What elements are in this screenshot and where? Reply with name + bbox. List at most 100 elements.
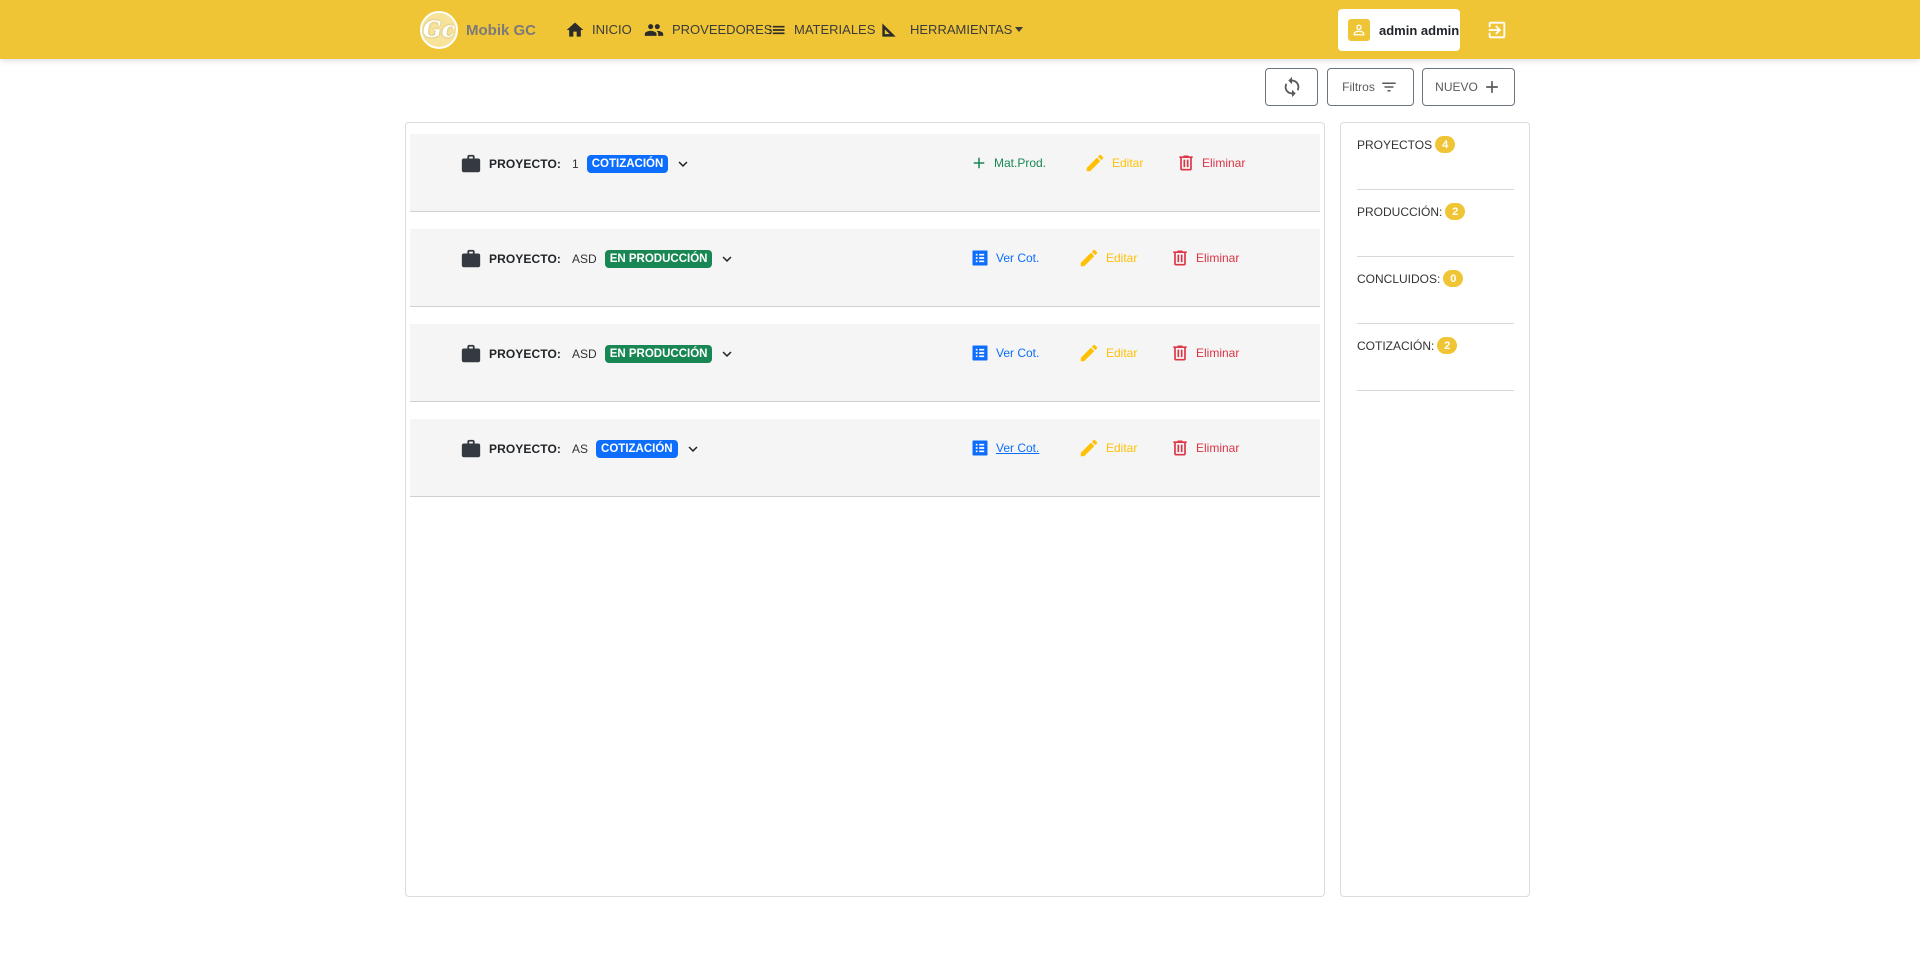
view-quote-button[interactable]: Ver Cot. — [970, 340, 1039, 366]
chevron-down-icon[interactable] — [718, 250, 736, 268]
action-label: Editar — [1112, 156, 1144, 170]
logout-icon[interactable] — [1486, 19, 1508, 41]
count-badge: 4 — [1435, 136, 1456, 153]
brand-name: Mobik GC — [466, 21, 536, 39]
home-icon — [566, 22, 584, 37]
pencil-icon — [1080, 439, 1098, 457]
brand-logo: Gc — [420, 11, 458, 49]
project-label: PROYECTO: — [489, 442, 562, 456]
project-header: PROYECTO: AS COTIZACIÓN — [460, 437, 702, 461]
action-label: Mat.Prod. — [994, 156, 1047, 170]
chevron-down-icon[interactable] — [674, 155, 692, 173]
action-label: Editar — [1106, 251, 1138, 265]
action-label: Eliminar — [1196, 346, 1240, 360]
nav-item-proveedores[interactable]: PROVEEDORES — [642, 0, 772, 59]
list-alt-icon — [972, 345, 988, 361]
project-label: PROYECTO: — [489, 157, 562, 171]
brand-link[interactable]: Gc Mobik GC — [420, 10, 536, 50]
list-alt-icon — [972, 440, 988, 456]
action-label: Editar — [1106, 441, 1138, 455]
delete-button[interactable]: Eliminar — [1170, 435, 1239, 461]
trash-icon — [1173, 345, 1187, 361]
briefcase-icon — [461, 439, 481, 458]
nav-item-herramientas[interactable]: HERRAMIENTAS — [878, 0, 1024, 59]
pencil-icon — [1086, 154, 1104, 172]
stat-label: CONCLUIDOS: — [1357, 272, 1441, 286]
status-badge: EN PRODUCCIÓN — [604, 250, 713, 268]
action-label: Editar — [1106, 346, 1138, 360]
set-square-icon — [882, 22, 896, 37]
list-alt-icon — [972, 250, 988, 266]
project-header: PROYECTO: ASD EN PRODUCCIÓN — [460, 342, 736, 366]
edit-button[interactable]: Editar — [1078, 245, 1137, 271]
trash-icon — [1179, 155, 1193, 171]
project-name: 1 — [572, 157, 579, 171]
dropdown-caret-icon — [1015, 27, 1024, 32]
stat-label: PROYECTOS — [1357, 138, 1433, 152]
delete-button[interactable]: Eliminar — [1170, 245, 1239, 271]
new-label: NUEVO — [1435, 80, 1478, 94]
project-row: PROYECTO: ASD EN PRODUCCIÓN Ver Cot. Edi… — [410, 324, 1320, 402]
project-header: PROYECTO: ASD EN PRODUCCIÓN — [460, 247, 736, 271]
edit-button[interactable]: Editar — [1078, 340, 1137, 366]
status-badge: COTIZACIÓN — [586, 155, 669, 173]
action-label: Ver Cot. — [996, 251, 1040, 265]
stat-quotation: COTIZACIÓN: 2 — [1357, 324, 1514, 391]
trash-icon — [1173, 250, 1187, 266]
nav-item-label: INICIO — [592, 22, 632, 37]
chevron-down-icon[interactable] — [718, 345, 736, 363]
people-icon — [644, 23, 664, 36]
filter-label: Filtros — [1342, 80, 1375, 94]
project-label: PROYECTO: — [489, 347, 562, 361]
filter-icon — [1382, 82, 1396, 92]
nav-item-materiales[interactable]: MATERIALES — [766, 0, 875, 59]
edit-button[interactable]: Editar — [1078, 435, 1137, 461]
filter-button[interactable]: Filtros — [1327, 68, 1414, 106]
nav-item-label: HERRAMIENTAS — [910, 22, 1013, 37]
view-quote-button[interactable]: Ver Cot. — [970, 435, 1039, 461]
nav-item-label: PROVEEDORES — [672, 22, 773, 37]
stat-label: COTIZACIÓN: — [1357, 339, 1435, 353]
stat-label: PRODUCCIÓN: — [1357, 205, 1443, 219]
action-label: Ver Cot. — [996, 346, 1040, 360]
status-badge: EN PRODUCCIÓN — [604, 345, 713, 363]
briefcase-icon — [461, 154, 481, 173]
project-row: PROYECTO: 1 COTIZACIÓN Mat.Prod. Editar … — [410, 134, 1320, 212]
top-navbar: Gc Mobik GC INICIO PROVEEDORES MATERIALE… — [0, 0, 1920, 59]
delete-button[interactable]: Eliminar — [1176, 150, 1245, 176]
stats-panel: PROYECTOS 4 PRODUCCIÓN: 2 CONCLUIDOS: 0 … — [1340, 122, 1530, 897]
view-quote-button[interactable]: Ver Cot. — [970, 245, 1039, 271]
project-name: ASD — [572, 347, 597, 361]
project-header: PROYECTO: 1 COTIZACIÓN — [460, 152, 692, 176]
count-badge: 2 — [1445, 203, 1466, 220]
plus-icon — [973, 157, 985, 169]
refresh-button[interactable] — [1265, 68, 1318, 106]
action-label: Eliminar — [1196, 441, 1240, 455]
plus-icon — [1486, 81, 1498, 93]
project-row: PROYECTO: AS COTIZACIÓN Ver Cot. Editar … — [410, 419, 1320, 497]
delete-button[interactable]: Eliminar — [1170, 340, 1239, 366]
chevron-down-icon[interactable] — [684, 440, 702, 458]
edit-button[interactable]: Editar — [1084, 150, 1143, 176]
stat-concluded: CONCLUIDOS: 0 — [1357, 257, 1514, 324]
refresh-icon — [1284, 76, 1299, 98]
project-row: PROYECTO: ASD EN PRODUCCIÓN Ver Cot. Edi… — [410, 229, 1320, 307]
user-icon — [1348, 19, 1370, 41]
pencil-icon — [1080, 344, 1098, 362]
stat-production: PRODUCCIÓN: 2 — [1357, 190, 1514, 257]
briefcase-icon — [461, 249, 481, 268]
count-badge: 2 — [1437, 337, 1458, 354]
project-name: ASD — [572, 252, 597, 266]
nav-item-inicio[interactable]: INICIO — [564, 0, 632, 59]
status-badge: COTIZACIÓN — [596, 440, 678, 458]
briefcase-icon — [461, 344, 481, 363]
project-name: AS — [572, 442, 589, 456]
action-label: Ver Cot. — [996, 441, 1040, 455]
trash-icon — [1173, 440, 1187, 456]
user-menu[interactable]: admin admin — [1338, 9, 1460, 51]
new-button[interactable]: NUEVO — [1422, 68, 1515, 106]
action-label: Eliminar — [1202, 156, 1246, 170]
mat-prod-button[interactable]: Mat.Prod. — [970, 150, 1046, 176]
stat-projects: PROYECTOS 4 — [1357, 123, 1514, 190]
project-label: PROYECTO: — [489, 252, 562, 266]
